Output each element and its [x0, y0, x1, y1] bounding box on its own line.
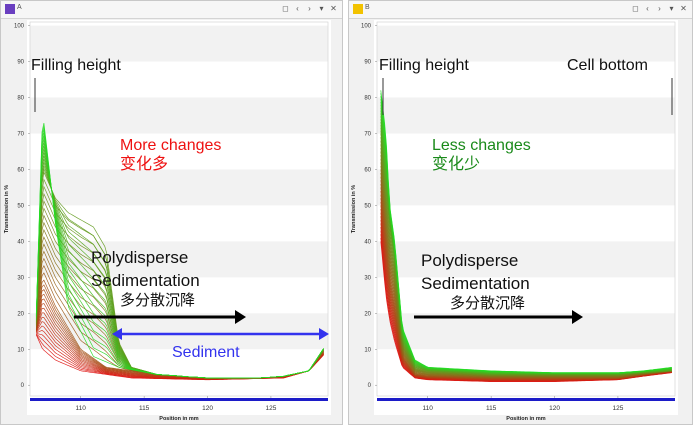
b-profile-line: [380, 216, 672, 381]
a-y-tick-label: 30: [17, 275, 24, 281]
a-y-tick-label: 70: [17, 131, 24, 137]
a-x-tick-label: 110: [76, 405, 87, 412]
restore-icon[interactable]: ◻: [281, 3, 290, 15]
b-x-tick-label: 120: [549, 405, 560, 412]
a-y-tick-label: 50: [17, 203, 24, 209]
less-changes-en: Less changes: [432, 137, 531, 154]
more-changes-cn: 变化多: [120, 156, 169, 173]
b-x-axis-label: Position in mm: [506, 416, 546, 422]
arrow-right-icon[interactable]: ›: [305, 3, 314, 15]
b-y-tick-label: 20: [364, 311, 371, 317]
arrow-left-icon[interactable]: ‹: [293, 3, 302, 15]
b-y-tick-label: 100: [361, 24, 372, 30]
a-x-tick-label: 115: [139, 405, 150, 412]
a-position-bar: [30, 398, 328, 401]
b-y-tick-label: 60: [364, 167, 371, 173]
a-x-tick-label: 125: [266, 405, 277, 412]
panel-b-filling-height-label: Filling height: [379, 57, 469, 74]
b-grid-band: [377, 169, 675, 206]
panel-a-titlebar[interactable]: A ◻ ‹ › ▾ ✕: [1, 1, 342, 19]
a-grid-band: [30, 97, 328, 134]
close-icon[interactable]: ✕: [679, 3, 688, 15]
b-profile-line: [380, 212, 672, 381]
dropdown-icon[interactable]: ▾: [317, 3, 326, 15]
b-y-tick-label: 40: [364, 239, 371, 245]
polydisperse-line1: Polydisperse: [91, 248, 189, 267]
a-y-tick-label: 40: [17, 239, 24, 245]
a-y-tick-label: 20: [17, 311, 24, 317]
panel-b-label: B: [365, 4, 370, 11]
a-y-tick-label: 80: [17, 96, 24, 102]
close-icon[interactable]: ✕: [329, 3, 338, 15]
restore-icon[interactable]: ◻: [631, 3, 640, 15]
arrow-right-icon[interactable]: ›: [655, 3, 664, 15]
cell-bottom-label: Cell bottom: [567, 57, 648, 74]
a-grid-band: [30, 169, 328, 206]
b-y-tick-label: 70: [364, 131, 371, 137]
panel-a-polydisperse-cn: 多分散沉降: [120, 292, 196, 309]
a-x-tick-label: 120: [202, 405, 213, 412]
a-y-axis-label: Transmission in %: [4, 185, 10, 233]
polydisperse-line1: Polydisperse: [421, 251, 519, 270]
dropdown-icon[interactable]: ▾: [667, 3, 676, 15]
more-changes-en: More changes: [120, 137, 222, 154]
less-changes-cn: 变化少: [432, 156, 481, 173]
panel-b-color-swatch: [353, 4, 363, 14]
panel-a-more-changes-label: More changes 变化多: [120, 136, 221, 174]
b-y-tick-label: 50: [364, 203, 371, 209]
a-x-axis-label: Position in mm: [159, 416, 199, 422]
b-y-tick-label: 80: [364, 96, 371, 102]
panel-b-polydisperse-cn: 多分散沉降: [450, 295, 526, 312]
panel-b-less-changes-label: Less changes 变化少: [432, 136, 531, 174]
panel-a-polydisperse-label: Polydisperse Sedimentation: [91, 246, 200, 292]
b-chart-svg: 0102030405060708090100110 115 120 125Positi…: [351, 21, 676, 422]
panel-a-color-swatch: [5, 4, 15, 14]
b-y-axis-label: Transmission in %: [351, 185, 357, 233]
a-y-tick-label: 60: [17, 167, 24, 173]
b-x-tick-label: 115: [486, 405, 497, 412]
b-x-tick-label: 110: [423, 405, 434, 412]
b-grid-band: [377, 97, 675, 134]
a-y-tick-label: 90: [17, 60, 24, 66]
panel-b-window-controls: ◻ ‹ › ▾ ✕: [631, 3, 688, 15]
panel-b-titlebar[interactable]: B ◻ ‹ › ▾ ✕: [349, 1, 692, 19]
b-position-bar: [377, 398, 675, 401]
panel-b-plot-area[interactable]: 0 10 20 30 40 50 60 70 80 90 100 110 115 120 125 Positi…: [351, 20, 678, 422]
panel-a-filling-height-label: Filling height: [31, 57, 121, 74]
panel-a-label: A: [17, 4, 22, 11]
arrow-left-icon[interactable]: ‹: [643, 3, 652, 15]
b-x-tick-label: 125: [613, 405, 624, 412]
sediment-label: Sediment: [172, 344, 240, 361]
b-grid-band: [377, 313, 675, 350]
panel-a-window-controls: ◻ ‹ › ▾ ✕: [281, 3, 338, 15]
b-y-tick-label: 10: [364, 347, 371, 353]
a-y-tick-label: 100: [14, 24, 25, 30]
a-y-tick-label: 10: [17, 347, 24, 353]
b-y-tick-label: 90: [364, 60, 371, 66]
panel-b-polydisperse-label: Polydisperse Sedimentation: [421, 249, 530, 295]
b-y-tick-label: 30: [364, 275, 371, 281]
